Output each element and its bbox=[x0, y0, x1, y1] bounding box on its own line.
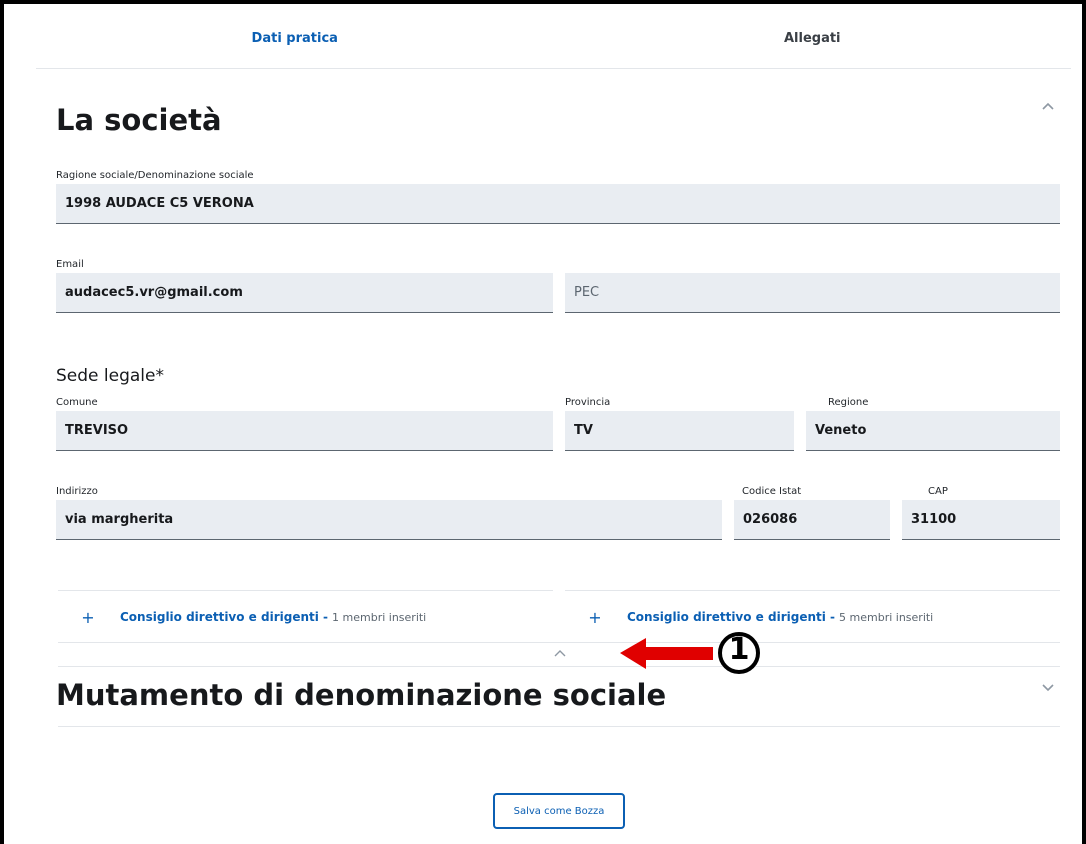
tab-dati-pratica[interactable]: Dati pratica bbox=[36, 8, 554, 68]
annotation-number: 1 bbox=[728, 632, 750, 667]
divider bbox=[58, 666, 1060, 667]
comune-field[interactable]: TREVISO bbox=[56, 411, 553, 451]
chevron-up-icon[interactable] bbox=[1040, 100, 1056, 116]
accordion-count: 1 membri inseriti bbox=[332, 610, 427, 624]
plus-icon: + bbox=[81, 607, 95, 627]
provincia-label: Provincia bbox=[565, 397, 611, 408]
plus-icon: + bbox=[588, 607, 602, 627]
chevron-up-icon[interactable] bbox=[552, 647, 568, 663]
cap-field[interactable]: 31100 bbox=[902, 500, 1060, 540]
divider bbox=[58, 642, 1060, 643]
tab-bar: Dati pratica Allegati bbox=[36, 8, 1071, 69]
accordion-label: Consiglio direttivo e dirigenti - bbox=[120, 610, 329, 624]
chevron-down-icon[interactable] bbox=[1040, 680, 1056, 696]
pec-field[interactable]: PEC bbox=[565, 273, 1060, 313]
comune-label: Comune bbox=[56, 397, 98, 408]
provincia-field[interactable]: TV bbox=[565, 411, 794, 451]
regione-label: Regione bbox=[828, 397, 869, 408]
divider bbox=[565, 590, 1060, 591]
indirizzo-label: Indirizzo bbox=[56, 486, 98, 497]
codice-istat-label: Codice Istat bbox=[742, 486, 802, 497]
regione-field[interactable]: Veneto bbox=[806, 411, 1060, 451]
codice-istat-field[interactable]: 026086 bbox=[734, 500, 890, 540]
tab-allegati[interactable]: Allegati bbox=[554, 8, 1072, 68]
email-field[interactable]: audacec5.vr@gmail.com bbox=[56, 273, 553, 313]
accordion-consiglio-1[interactable]: + Consiglio direttivo e dirigenti - 1 me… bbox=[58, 592, 553, 642]
section-title-societa: La società bbox=[56, 103, 222, 137]
cap-label: CAP bbox=[928, 486, 948, 497]
sede-legale-title: Sede legale* bbox=[56, 366, 164, 386]
email-label: Email bbox=[56, 259, 84, 270]
section-title-mutamento: Mutamento di denominazione sociale bbox=[56, 678, 667, 712]
ragione-sociale-label: Ragione sociale/Denominazione sociale bbox=[56, 170, 254, 181]
indirizzo-field[interactable]: via margherita bbox=[56, 500, 722, 540]
save-draft-button[interactable]: Salva come Bozza bbox=[493, 793, 625, 829]
divider bbox=[58, 590, 553, 591]
ragione-sociale-field[interactable]: 1998 AUDACE C5 VERONA bbox=[56, 184, 1060, 224]
accordion-count: 5 membri inseriti bbox=[839, 610, 934, 624]
annotation-arrow: 1 bbox=[618, 630, 768, 684]
accordion-label: Consiglio direttivo e dirigenti - bbox=[627, 610, 836, 624]
divider bbox=[58, 726, 1060, 727]
